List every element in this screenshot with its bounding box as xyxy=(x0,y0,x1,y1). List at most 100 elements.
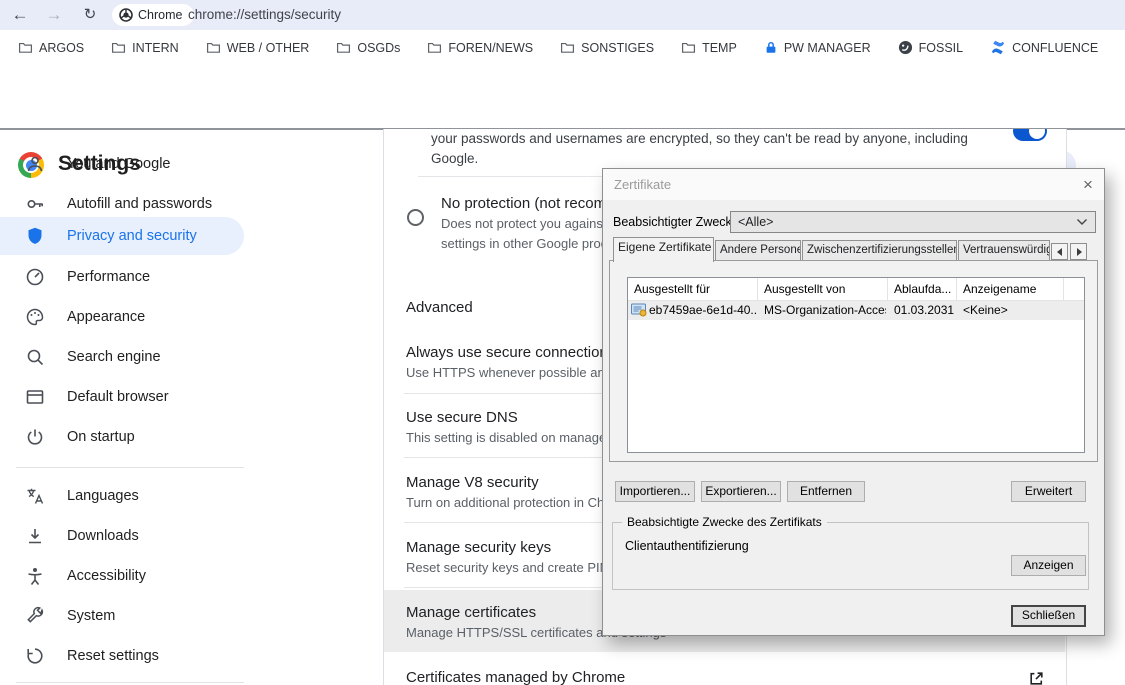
reload-icon[interactable]: ↻ xyxy=(78,3,102,27)
row-security-keys-title[interactable]: Manage security keys xyxy=(406,539,551,556)
tab-zwischenzertifizierungsstellen[interactable]: Zwischenzertifizierungsstellen xyxy=(802,240,957,261)
password-leak-toggle[interactable] xyxy=(1013,129,1047,141)
no-protection-radio[interactable] xyxy=(407,209,424,226)
tab-eigene-zertifikate[interactable]: Eigene Zertifikate xyxy=(613,237,714,262)
purpose-value: <Alle> xyxy=(738,215,773,229)
column-header-expiry[interactable]: Ablaufda... xyxy=(888,278,957,301)
cell-expiry: 01.03.2031 xyxy=(894,303,956,317)
tab-scroll-left-icon[interactable] xyxy=(1051,243,1068,260)
row-security-keys-sub: Reset security keys and create PINs xyxy=(406,560,616,575)
forward-icon[interactable]: → xyxy=(42,3,66,27)
browser-window-icon xyxy=(25,387,45,407)
row-chrome-certificates-title[interactable]: Certificates managed by Chrome xyxy=(406,669,625,685)
sidebar-item-system[interactable]: System xyxy=(0,597,244,635)
close-button[interactable]: Schließen xyxy=(1011,605,1086,627)
export-button[interactable]: Exportieren... xyxy=(701,481,781,502)
settings-sidebar: You and Google Autofill and passwords Pr… xyxy=(0,131,260,685)
sidebar-item-on-startup[interactable]: On startup xyxy=(0,418,244,456)
confluence-icon xyxy=(990,40,1006,55)
encryption-text-line1: your passwords and usernames are encrypt… xyxy=(431,131,968,146)
cell-issued-by: MS-Organization-Access xyxy=(764,303,886,317)
folder-icon xyxy=(681,40,696,55)
person-icon xyxy=(25,154,45,174)
certificate-table-row[interactable]: eb7459ae-6e1d-40... MS-Organization-Acce… xyxy=(628,301,1084,320)
reset-icon xyxy=(25,646,45,666)
purposes-value: Clientauthentifizierung xyxy=(625,539,749,553)
sidebar-item-you-and-google[interactable]: You and Google xyxy=(0,145,244,183)
sidebar-item-accessibility[interactable]: Accessibility xyxy=(0,557,244,595)
magnifier-icon xyxy=(25,347,45,367)
bookmark-confluence[interactable]: CONFLUENCE xyxy=(990,40,1098,55)
bookmark-foren-news[interactable]: FOREN/NEWS xyxy=(427,40,533,55)
folder-icon xyxy=(336,40,351,55)
screen: ← → ↻ Chrome chrome://settings/security … xyxy=(0,0,1125,685)
power-icon xyxy=(25,427,45,447)
bookmark-temp[interactable]: TEMP xyxy=(681,40,737,55)
download-icon xyxy=(25,526,45,546)
folder-icon xyxy=(560,40,575,55)
certificates-dialog: Zertifikate × Beabsichtigter Zweck: <All… xyxy=(602,168,1105,636)
bookmark-sonstiges[interactable]: SONSTIGES xyxy=(560,40,654,55)
translate-icon xyxy=(25,486,45,506)
bookmark-osgds[interactable]: OSGDs xyxy=(336,40,400,55)
back-icon[interactable]: ← xyxy=(8,3,32,27)
bookmark-web-other[interactable]: WEB / OTHER xyxy=(206,40,310,55)
folder-icon xyxy=(206,40,221,55)
bookmark-intern[interactable]: INTERN xyxy=(111,40,179,55)
row-v8-security-sub: Turn on additional protection in Chrome xyxy=(406,495,634,510)
site-chip-label: Chrome xyxy=(138,8,182,22)
advanced-button[interactable]: Erweitert xyxy=(1011,481,1086,502)
purposes-group-label: Beabsichtigte Zwecke des Zertifikats xyxy=(622,515,827,529)
settings-header: Settings xyxy=(0,65,1125,128)
dark-globe-icon xyxy=(898,40,913,55)
folder-icon xyxy=(111,40,126,55)
import-button[interactable]: Importieren... xyxy=(615,481,695,502)
speedometer-icon xyxy=(25,267,45,287)
sidebar-item-downloads[interactable]: Downloads xyxy=(0,517,244,555)
dialog-title: Zertifikate xyxy=(614,177,671,192)
bookmark-argos[interactable]: ARGOS xyxy=(18,40,84,55)
sidebar-divider xyxy=(16,682,244,683)
advanced-section-label[interactable]: Advanced xyxy=(406,299,473,316)
certificate-list: Ausgestellt für Ausgestellt von Ablaufda… xyxy=(627,277,1085,453)
omnibox-url[interactable]: chrome://settings/security xyxy=(188,7,341,22)
cell-issued-to: eb7459ae-6e1d-40... xyxy=(649,303,757,317)
tab-andere-personen[interactable]: Andere Personen xyxy=(715,240,801,261)
sidebar-item-performance[interactable]: Performance xyxy=(0,258,244,296)
sidebar-item-privacy-security[interactable]: Privacy and security xyxy=(0,217,244,255)
column-header-display-name[interactable]: Anzeigename xyxy=(957,278,1064,301)
view-button[interactable]: Anzeigen xyxy=(1011,555,1086,576)
sidebar-item-reset-settings[interactable]: Reset settings xyxy=(0,637,244,675)
row-v8-security-title[interactable]: Manage V8 security xyxy=(406,474,539,491)
chevron-down-icon xyxy=(1076,218,1088,226)
tab-vertrauenswuerdige[interactable]: Vertrauenswürdige Stammzertifizierungsst… xyxy=(958,240,1050,261)
column-header-issued-by[interactable]: Ausgestellt von xyxy=(758,278,888,301)
cell-display-name: <Keine> xyxy=(963,303,1063,317)
column-header-issued-to[interactable]: Ausgestellt für xyxy=(628,278,758,301)
wrench-icon xyxy=(25,606,45,626)
encryption-text-line2: Google. xyxy=(431,151,478,166)
sidebar-item-search-engine[interactable]: Search engine xyxy=(0,338,244,376)
row-secure-connections-title[interactable]: Always use secure connections xyxy=(406,344,615,361)
certificate-icon xyxy=(631,303,647,317)
shield-icon xyxy=(25,226,45,246)
purpose-dropdown[interactable]: <Alle> xyxy=(730,211,1096,233)
browser-toolbar: ← → ↻ Chrome chrome://settings/security xyxy=(0,0,1125,30)
remove-button[interactable]: Entfernen xyxy=(787,481,865,502)
close-icon[interactable]: × xyxy=(1077,174,1099,196)
row-secure-dns-title[interactable]: Use secure DNS xyxy=(406,409,518,426)
chrome-mono-icon xyxy=(119,8,133,22)
folder-icon xyxy=(18,40,33,55)
row-manage-certificates-title[interactable]: Manage certificates xyxy=(406,604,536,621)
omnibox-site-chip[interactable]: Chrome xyxy=(112,4,194,26)
palette-icon xyxy=(25,307,45,327)
sidebar-item-languages[interactable]: Languages xyxy=(0,477,244,515)
sidebar-item-default-browser[interactable]: Default browser xyxy=(0,378,244,416)
bookmark-fossil[interactable]: FOSSIL xyxy=(898,40,963,55)
tab-scroll-right-icon[interactable] xyxy=(1070,243,1087,260)
dialog-titlebar[interactable] xyxy=(603,169,1104,200)
bookmark-pw-manager[interactable]: PW MANAGER xyxy=(764,40,871,55)
open-in-new-icon[interactable] xyxy=(1028,670,1045,685)
sidebar-item-appearance[interactable]: Appearance xyxy=(0,298,244,336)
bookmarks-bar: ARGOS INTERN WEB / OTHER OSGDs FOREN/NEW… xyxy=(0,30,1125,65)
